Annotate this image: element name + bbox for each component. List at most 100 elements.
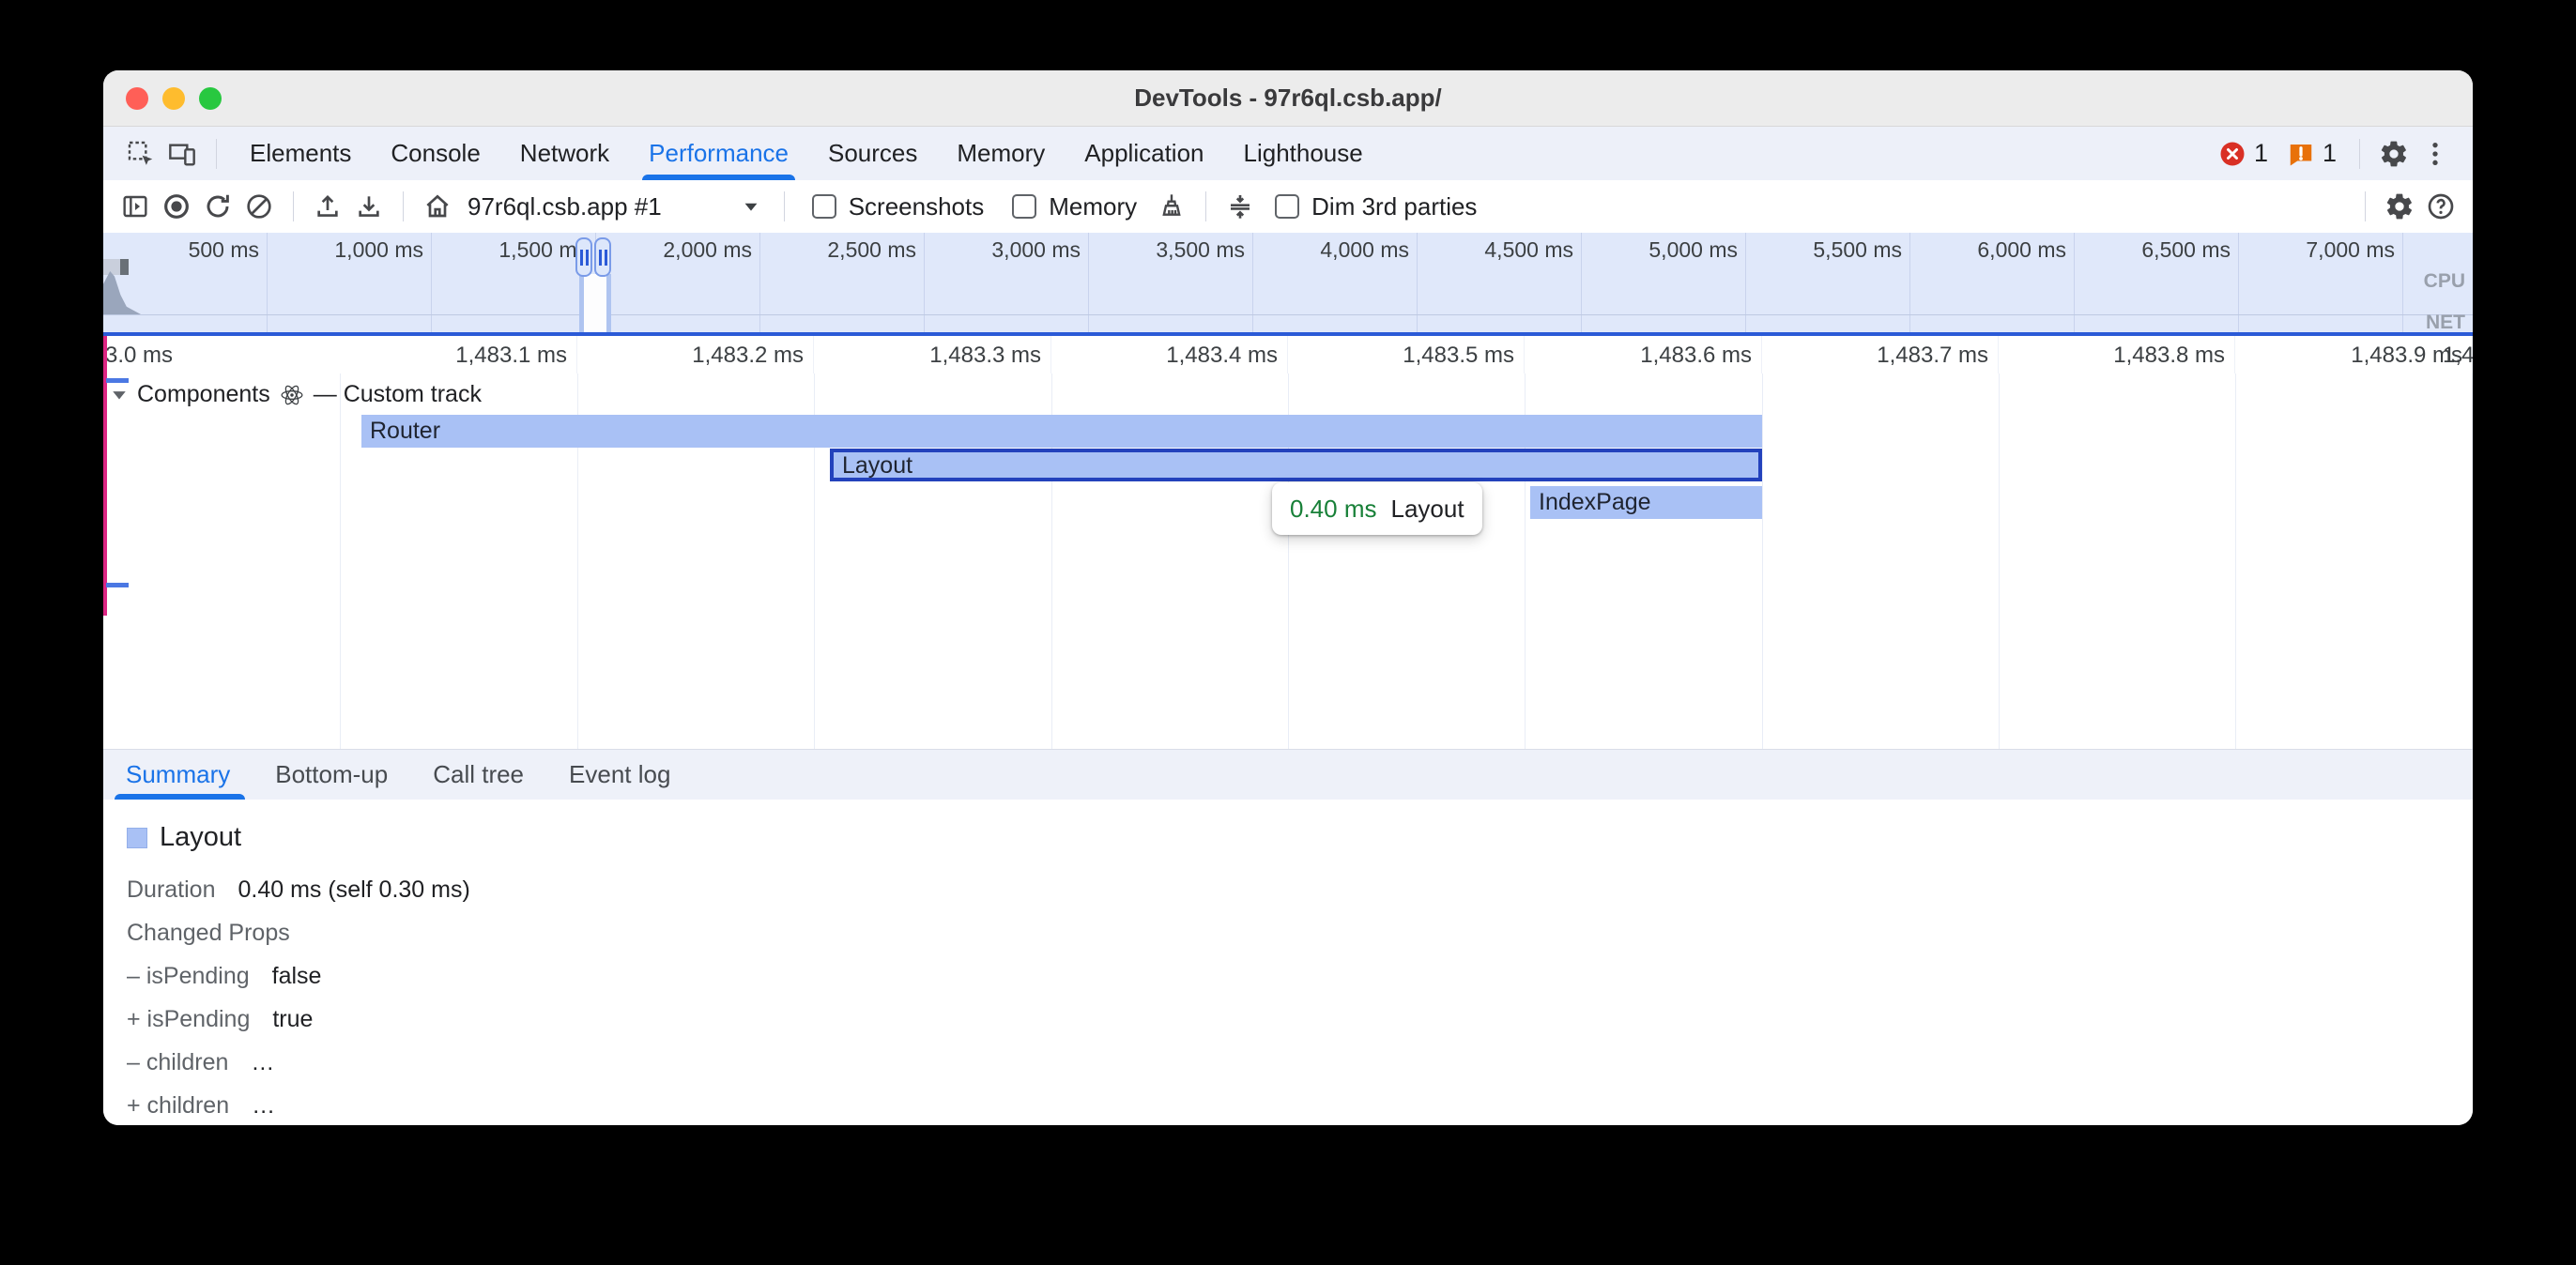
prop-value: true: [272, 1007, 313, 1031]
prop-key: + children: [127, 1093, 229, 1118]
prop-key: + isPending: [127, 1007, 250, 1031]
inspect-element-button[interactable]: [120, 133, 161, 175]
ruler-tick: 1,48: [2441, 336, 2473, 373]
collapse-icon: [1225, 191, 1255, 221]
live-metrics-button[interactable]: [417, 186, 458, 227]
tab-memory[interactable]: Memory: [937, 127, 1065, 180]
changed-props-label: Changed Props: [127, 921, 290, 945]
flame-bar-indexpage[interactable]: IndexPage: [1530, 486, 1762, 519]
prop-key: – isPending: [127, 964, 250, 988]
screenshots-checkbox[interactable]: Screenshots: [812, 192, 985, 221]
capture-settings-button[interactable]: [2379, 186, 2420, 227]
net-lane-label: NET: [2426, 312, 2465, 334]
tab-network[interactable]: Network: [500, 127, 629, 180]
save-profile-button[interactable]: [348, 186, 390, 227]
error-count-badge[interactable]: 1: [2218, 139, 2268, 168]
tab-application[interactable]: Application: [1065, 127, 1223, 180]
tab-performance[interactable]: Performance: [629, 127, 808, 180]
tab-call-tree[interactable]: Call tree: [433, 750, 524, 800]
issue-count-badge[interactable]: 1: [2287, 139, 2337, 168]
devtools-settings-button[interactable]: [2373, 133, 2415, 175]
checkbox-box: [812, 194, 836, 219]
overview-tick: 2,000 ms: [596, 233, 760, 332]
divider: [2365, 191, 2366, 221]
gear-icon: [2379, 139, 2409, 169]
tab-lighthouse[interactable]: Lighthouse: [1224, 127, 1383, 180]
components-track-header[interactable]: Components — Custom track: [111, 381, 482, 408]
clear-button[interactable]: [238, 186, 280, 227]
device-toolbar-icon: [167, 139, 197, 169]
memory-checkbox[interactable]: Memory: [1012, 192, 1137, 221]
tab-summary[interactable]: Summary: [126, 750, 230, 800]
memory-label: Memory: [1049, 192, 1137, 221]
record-and-reload-button[interactable]: [197, 186, 238, 227]
help-button[interactable]: [2420, 186, 2461, 227]
gridline: [2235, 373, 2236, 749]
load-profile-button[interactable]: [307, 186, 348, 227]
tab-console[interactable]: Console: [371, 127, 499, 180]
tab-sources[interactable]: Sources: [808, 127, 937, 180]
ruler-tick: 1,483.1 ms: [340, 336, 577, 373]
prop-value: …: [251, 1050, 274, 1074]
divider: [403, 191, 404, 221]
overview-tick: 7,000 ms: [2239, 233, 2403, 332]
devtools-tabbar: Elements Console Network Performance Sou…: [103, 127, 2473, 180]
tab-bottom-up[interactable]: Bottom-up: [275, 750, 388, 800]
record-icon: [161, 191, 192, 221]
overview-tick: 6,500 ms: [2075, 233, 2239, 332]
window-title: DevTools - 97r6ql.csb.app/: [103, 84, 2473, 113]
overview-tick: 5,500 ms: [1746, 233, 1910, 332]
panel-left-icon: [120, 191, 150, 221]
timeline-ruler: 3.0 ms 1,483.1 ms 1,483.2 ms 1,483.3 ms …: [103, 336, 2473, 373]
ruler-tick: 1,483.4 ms: [1051, 336, 1288, 373]
dim-3rd-parties-checkbox[interactable]: Dim 3rd parties: [1275, 192, 1477, 221]
track-suffix: — Custom track: [314, 381, 482, 408]
overview-tick: 5,000 ms: [1582, 233, 1746, 332]
target-selector-dropdown[interactable]: 97r6ql.csb.app #1: [458, 192, 771, 221]
tab-elements[interactable]: Elements: [230, 127, 371, 180]
inspect-cursor-icon: [126, 139, 156, 169]
collect-garbage-button[interactable]: [1151, 186, 1192, 227]
divider: [784, 191, 785, 221]
selection-right-edge: [606, 274, 611, 332]
ruler-tick: 3.0 ms: [103, 336, 340, 373]
flame-bar-layout[interactable]: Layout: [830, 449, 1762, 481]
tooltip-duration: 0.40 ms: [1290, 495, 1377, 524]
error-icon: [2218, 140, 2246, 168]
gridline: [340, 373, 341, 749]
overview-tick: 3,000 ms: [925, 233, 1089, 332]
summary-event-title: Layout: [160, 822, 241, 853]
target-selector-value: 97r6ql.csb.app #1: [468, 192, 662, 221]
overview-tick: 500 ms: [103, 233, 268, 332]
collapse-tracks-button[interactable]: [1219, 186, 1261, 227]
home-icon: [422, 191, 452, 221]
titlebar: DevTools - 97r6ql.csb.app/: [103, 70, 2473, 127]
checkbox-box: [1275, 194, 1299, 219]
prop-row: + isPending true: [127, 1007, 2473, 1031]
issue-icon: [2287, 140, 2315, 168]
dim-3rd-parties-label: Dim 3rd parties: [1311, 192, 1477, 221]
flame-chart[interactable]: Components — Custom track Router Layout …: [103, 373, 2473, 749]
error-count: 1: [2254, 139, 2268, 168]
flame-bar-router[interactable]: Router: [361, 415, 1762, 448]
selection-right-handle[interactable]: [594, 237, 611, 277]
ruler-tick: 1,483.9 ms: [2235, 336, 2473, 373]
selection-left-handle[interactable]: [575, 237, 592, 277]
summary-title-row: Layout: [127, 822, 2473, 853]
divider: [1205, 191, 1206, 221]
track-name: Components: [137, 381, 270, 408]
gridline: [1999, 373, 2000, 749]
timeline-overview[interactable]: 500 ms 1,000 ms 1,500 ms 2,000 ms 2,500 …: [103, 233, 2473, 336]
event-tooltip: 0.40 ms Layout: [1272, 482, 1482, 535]
gear-icon: [2384, 191, 2415, 221]
overview-tick: 3,500 ms: [1089, 233, 1253, 332]
checkbox-box: [1012, 194, 1036, 219]
devtools-menu-button[interactable]: [2415, 133, 2456, 175]
screenshot-thumbnail: [103, 259, 129, 275]
gridline: [1762, 373, 1763, 749]
toggle-device-toolbar-button[interactable]: [161, 133, 203, 175]
tab-event-log[interactable]: Event log: [569, 750, 670, 800]
record-button[interactable]: [156, 186, 197, 227]
prop-row: – isPending false: [127, 964, 2473, 988]
toggle-sidebar-button[interactable]: [115, 186, 156, 227]
